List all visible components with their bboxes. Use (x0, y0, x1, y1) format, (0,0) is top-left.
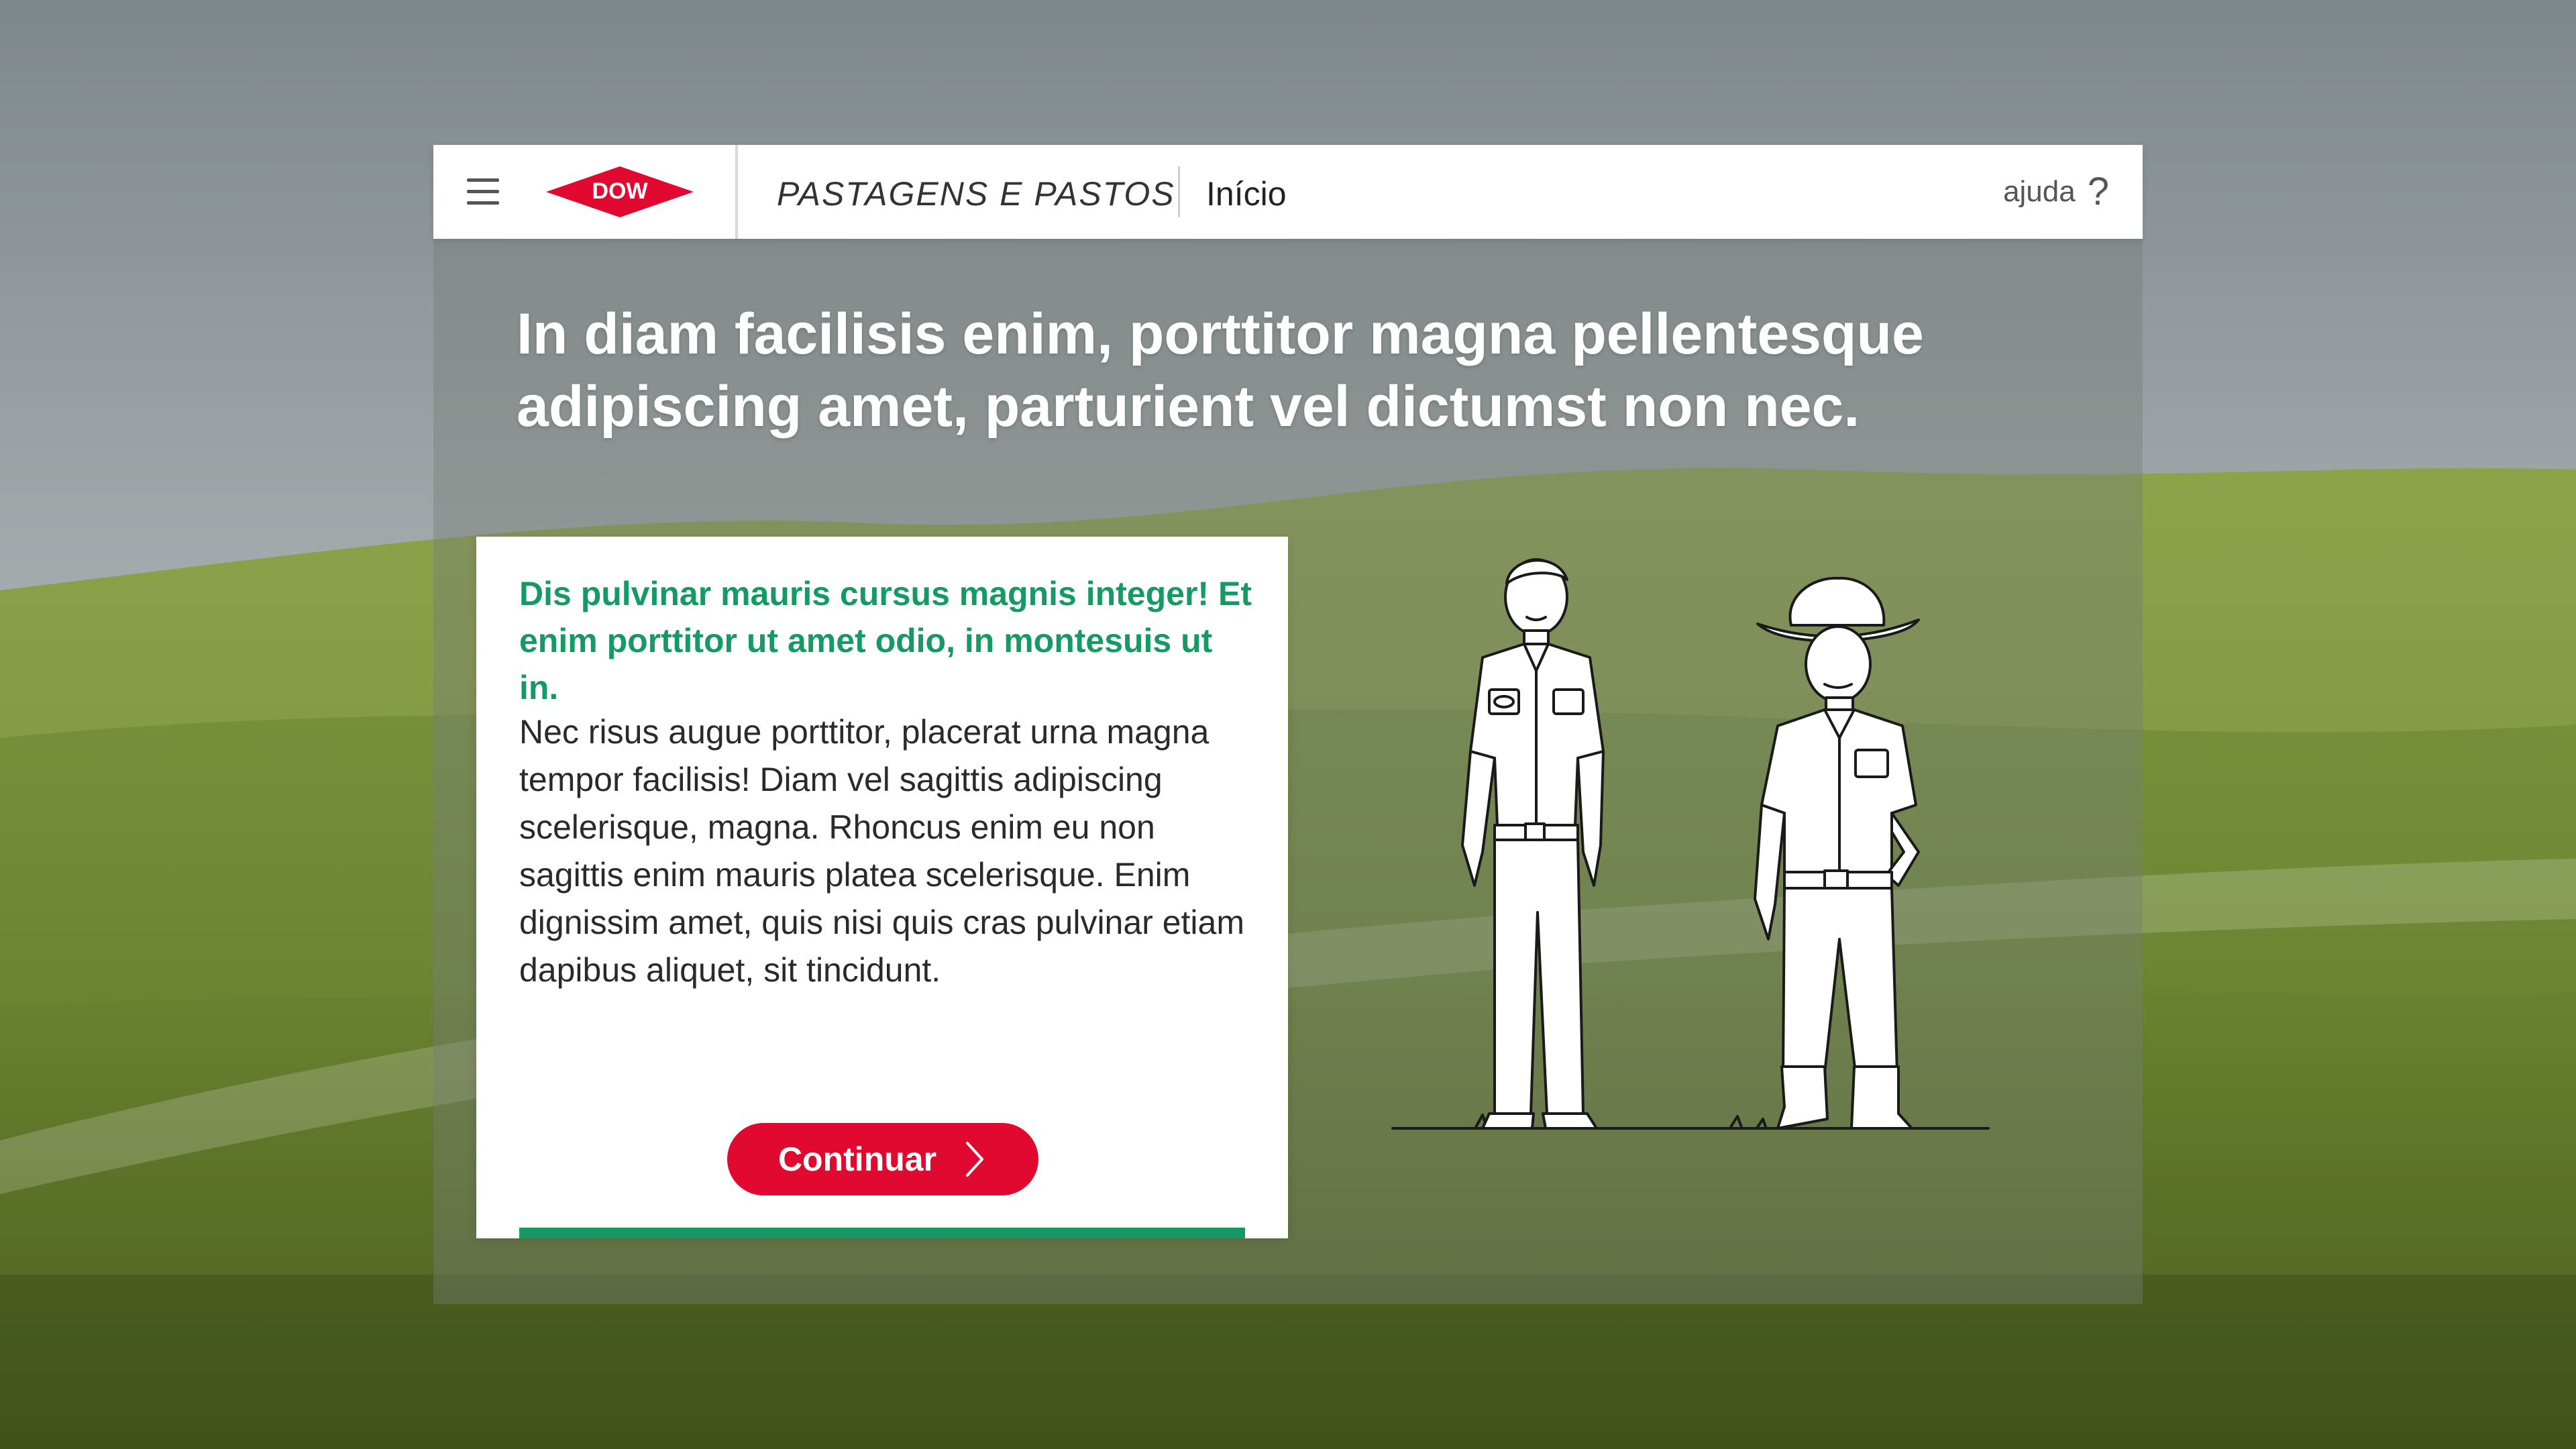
continue-button[interactable]: Continuar (727, 1123, 1038, 1195)
content-card: Dis pulvinar mauris cursus magnis intege… (476, 537, 1288, 1238)
hamburger-menu-icon[interactable] (464, 173, 502, 211)
chevron-right-icon (966, 1142, 984, 1177)
farmers-illustration (1391, 558, 1990, 1130)
breadcrumb-divider (1178, 166, 1180, 217)
section-title[interactable]: PASTAGENS E PASTOS (777, 174, 1175, 213)
svg-text:DOW: DOW (592, 178, 648, 204)
continue-label: Continuar (777, 1140, 937, 1178)
progress-bar (519, 1228, 1245, 1238)
header-divider (735, 145, 738, 239)
help-label: ajuda (2003, 175, 2076, 208)
progress-fill (519, 1228, 1245, 1238)
breadcrumb-home[interactable]: Início (1206, 174, 1287, 213)
farmer-left (1461, 558, 1605, 1130)
app-stage: DOW PASTAGENS E PASTOS Início ajuda ? In… (0, 0, 2576, 1449)
card-subtitle: Dis pulvinar mauris cursus magnis intege… (519, 575, 1252, 706)
dow-logo: DOW (546, 166, 694, 217)
top-navigation-bar: DOW PASTAGENS E PASTOS Início ajuda ? (433, 145, 2143, 239)
farmer-right (1754, 576, 1920, 1130)
question-mark-icon: ? (2087, 170, 2109, 213)
help-button[interactable]: ajuda ? (2003, 172, 2109, 212)
card-body-text: Nec risus augue porttitor, placerat urna… (519, 713, 1244, 989)
page-headline: In diam facilisis enim, porttitor magna … (517, 302, 1924, 439)
